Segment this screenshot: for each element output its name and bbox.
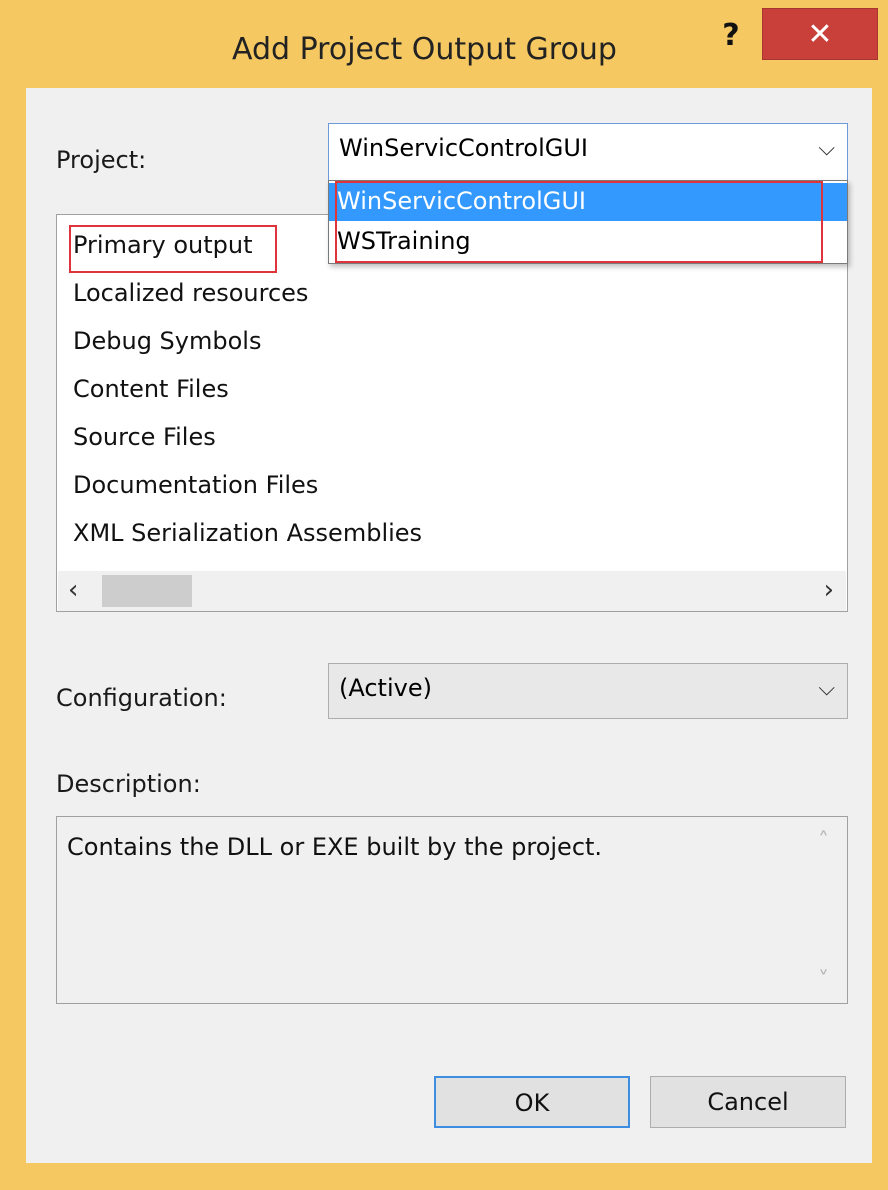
dialog-client-area: Project: WinServicControlGUI ⌵ Primary o… <box>26 88 872 1163</box>
cancel-button[interactable]: Cancel <box>650 1076 846 1128</box>
description-text: Contains the DLL or EXE built by the pro… <box>67 833 603 861</box>
configuration-selected-value: (Active) <box>339 674 432 702</box>
chevron-up-icon[interactable]: ˄ <box>818 829 829 854</box>
list-item-source-files[interactable]: Source Files <box>73 423 216 451</box>
project-dropdown[interactable]: WinServicControlGUI ⌵ <box>328 123 848 183</box>
chevron-right-icon[interactable]: › <box>824 575 834 605</box>
ok-button[interactable]: OK <box>434 1076 630 1128</box>
chevron-down-icon: ⌵ <box>818 676 835 701</box>
dropdown-annotation-box <box>335 181 823 263</box>
chevron-down-icon: ⌵ <box>818 136 835 161</box>
help-button[interactable]: ? <box>708 14 754 60</box>
project-label: Project: <box>56 146 147 174</box>
list-item-primary-output[interactable]: Primary output <box>73 231 253 259</box>
dialog-title: Add Project Output Group <box>232 32 617 67</box>
configuration-label: Configuration: <box>56 684 227 712</box>
close-icon: ✕ <box>807 17 833 52</box>
project-dropdown-list: WinServicControlGUI WSTraining <box>328 180 848 264</box>
description-text-area: Contains the DLL or EXE built by the pro… <box>56 816 848 1004</box>
configuration-dropdown[interactable]: (Active) ⌵ <box>328 663 848 719</box>
close-button[interactable]: ✕ <box>762 8 878 60</box>
description-label: Description: <box>56 770 201 798</box>
scrollbar-thumb[interactable] <box>102 575 192 607</box>
add-project-output-group-dialog: Add Project Output Group ? ✕ Project: Wi… <box>0 0 888 1190</box>
list-item-content-files[interactable]: Content Files <box>73 375 229 403</box>
chevron-left-icon[interactable]: ‹ <box>68 575 78 605</box>
output-group-list[interactable]: Primary output Localized resources Debug… <box>56 214 848 612</box>
title-bar[interactable]: Add Project Output Group ? ✕ <box>0 0 888 88</box>
horizontal-scrollbar[interactable]: ‹ › <box>58 571 846 611</box>
list-item-documentation-files[interactable]: Documentation Files <box>73 471 318 499</box>
chevron-down-icon[interactable]: ˅ <box>818 968 829 993</box>
list-item-localized-resources[interactable]: Localized resources <box>73 279 308 307</box>
list-item-debug-symbols[interactable]: Debug Symbols <box>73 327 261 355</box>
list-item-xml-serialization-assemblies[interactable]: XML Serialization Assemblies <box>73 519 422 547</box>
project-selected-value: WinServicControlGUI <box>339 134 589 162</box>
